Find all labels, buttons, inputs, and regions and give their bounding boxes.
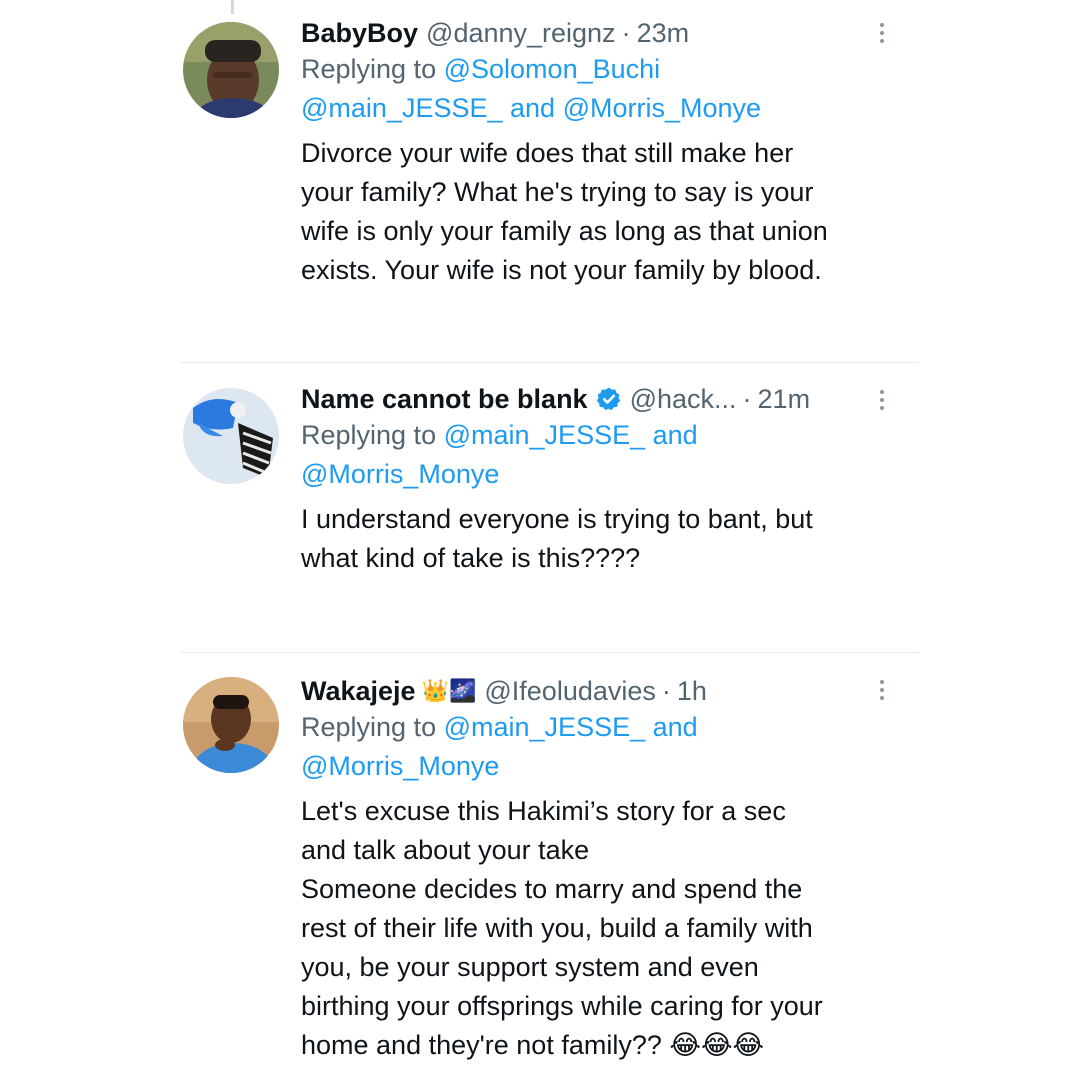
separator-dot: · [742, 384, 752, 414]
user-handle[interactable]: @danny_reignz [426, 16, 616, 50]
user-handle[interactable]: @hack... [630, 382, 737, 416]
mention-link[interactable]: @main_JESSE_ [444, 420, 646, 450]
avatar[interactable] [183, 677, 279, 773]
mention-and[interactable]: and [653, 420, 698, 450]
tweet-text-line: wife is only your family as long as that… [301, 216, 828, 246]
replying-to-label: Replying to [301, 712, 437, 742]
tweet-text-line: your family? What he's trying to say is … [301, 177, 814, 207]
mention-and[interactable]: and [510, 93, 555, 123]
tweet-text: I understand everyone is trying to bant,… [301, 500, 901, 578]
tweet-text-line: and talk about your take [301, 835, 590, 865]
tweet-text-line: home and they're not family?? 😂😂😂 [301, 1026, 901, 1065]
replying-to: Replying to @main_JESSE_ and @Morris_Mon… [301, 416, 901, 494]
mention-link[interactable]: @main_JESSE_ [444, 712, 646, 742]
tweet-text-line: birthing your offsprings while caring fo… [301, 991, 823, 1021]
separator-dot: · [661, 676, 671, 706]
timestamp[interactable]: 1h [677, 674, 707, 708]
mention-link[interactable]: @main_JESSE_ [301, 93, 503, 123]
replying-to-label: Replying to [301, 420, 437, 450]
avatar[interactable] [183, 388, 279, 484]
laughing-emoji-icon: 😂😂😂 [669, 1030, 765, 1060]
tweet-text-line: rest of their life with you, build a fam… [301, 913, 813, 943]
user-handle[interactable]: @Ifeoludavies [484, 674, 656, 708]
tweet-text-line: exists. Your wife is not your family by … [301, 255, 822, 285]
tweet-text-line-content: home and they're not family?? [301, 1030, 662, 1060]
display-name[interactable]: BabyBoy [301, 16, 418, 50]
tweet-text: Let's excuse this Hakimi’s story for a s… [301, 792, 901, 1065]
timestamp[interactable]: 21m [758, 382, 811, 416]
separator-dot: · [621, 18, 631, 48]
divider [181, 652, 919, 653]
display-name[interactable]: Name cannot be blank [301, 382, 588, 416]
mention-and[interactable]: and [653, 712, 698, 742]
tweet-text-line: you, be your support system and even [301, 952, 759, 982]
tweet-text-line: Someone decides to marry and spend the [301, 874, 803, 904]
divider [181, 362, 919, 363]
tweet-text-line: Let's excuse this Hakimi’s story for a s… [301, 796, 786, 826]
timestamp[interactable]: 23m [637, 16, 690, 50]
replying-to-label: Replying to [301, 54, 437, 84]
tweet-text-line: I understand everyone is trying to bant,… [301, 504, 813, 534]
replying-to: Replying to @main_JESSE_ and @Morris_Mon… [301, 708, 901, 786]
mention-link[interactable]: @Morris_Monye [563, 93, 761, 123]
mention-link[interactable]: @Morris_Monye [301, 459, 499, 489]
mention-link[interactable]: @Morris_Monye [301, 751, 499, 781]
display-name[interactable]: Wakajeje [301, 674, 416, 708]
replying-to: Replying to @Solomon_Buchi @main_JESSE_ … [301, 50, 901, 128]
thread-connector-line [231, 0, 234, 14]
mention-link[interactable]: @Solomon_Buchi [444, 54, 661, 84]
name-emoji: 👑🌌 [421, 678, 477, 703]
tweet-text-line: Divorce your wife does that still make h… [301, 138, 794, 168]
verified-badge-icon [596, 386, 622, 412]
avatar[interactable] [183, 22, 279, 118]
tweet-text: Divorce your wife does that still make h… [301, 134, 901, 290]
tweet-text-line: what kind of take is this???? [301, 543, 641, 573]
